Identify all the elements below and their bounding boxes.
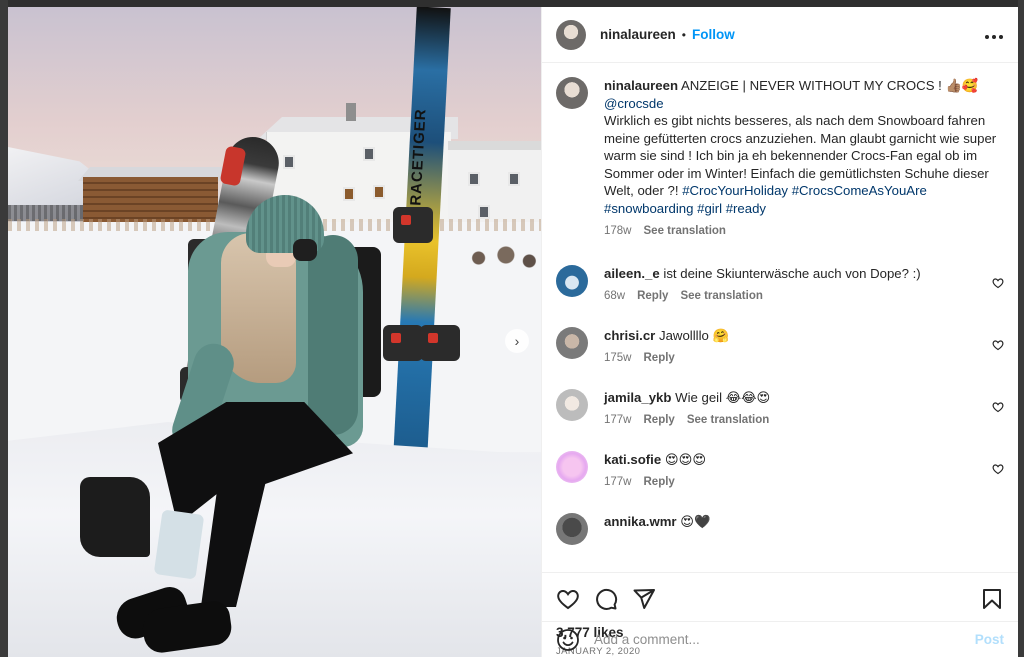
add-comment-bar: Post (542, 621, 1018, 657)
chimney (346, 103, 356, 121)
avatar[interactable] (556, 512, 588, 545)
reply-button[interactable]: Reply (644, 474, 675, 492)
like-heart-icon[interactable] (556, 587, 580, 611)
see-translation-link[interactable]: See translation (680, 288, 762, 306)
more-options-icon[interactable] (984, 24, 1004, 45)
comment-time: 175w (604, 352, 632, 364)
share-paper-plane-icon[interactable] (632, 587, 656, 611)
heart-icon[interactable] (992, 339, 1004, 351)
comment-time: 177w (604, 414, 632, 426)
jacket-shadow (308, 235, 358, 435)
post-panel: ninalaureen • Follow ninalaureen ANZEIGE… (541, 7, 1018, 657)
avatar[interactable] (556, 450, 588, 483)
emoji-smile-icon[interactable] (556, 628, 580, 652)
bookmark-icon[interactable] (980, 587, 1004, 611)
comment: aileen._e ist deine Skiunterwäsche auch … (556, 264, 1004, 306)
heart-icon[interactable] (992, 463, 1004, 475)
mention-link[interactable]: @crocsde (604, 96, 664, 111)
comment-text: Jawollllo 🤗 (659, 327, 729, 343)
person-hand (293, 239, 317, 261)
ski-binding (420, 325, 460, 361)
heart-icon[interactable] (992, 401, 1004, 413)
comment-username[interactable]: chrisi.cr (604, 328, 655, 343)
avatar[interactable] (556, 326, 588, 359)
next-photo-button[interactable]: › (505, 329, 529, 353)
window (283, 155, 295, 169)
reply-button[interactable]: Reply (644, 412, 675, 430)
backdrop-left (0, 0, 8, 657)
ski-binding (383, 325, 423, 361)
caption-time: 178w (604, 225, 632, 237)
post-header: ninalaureen • Follow (542, 7, 1018, 63)
backdrop-top (0, 0, 1024, 7)
wooden-cabin (83, 177, 218, 222)
comment-time: 68w (604, 290, 626, 302)
avatar[interactable] (556, 388, 588, 421)
comment-text: 😍😍😍 (664, 451, 707, 467)
backdrop-right (1018, 0, 1024, 657)
avatar[interactable] (556, 264, 588, 297)
comment-username[interactable]: annika.wmr (604, 514, 677, 529)
comment: jamila_ykb Wie geil 😂😂😍 177w Reply See t… (556, 388, 1004, 430)
comment-text: 😍🖤 (680, 513, 711, 529)
heart-icon[interactable] (992, 277, 1004, 289)
hashtag-link[interactable]: #CrocYourHoliday (682, 183, 788, 198)
comment-username[interactable]: kati.sofie (604, 452, 661, 467)
see-translation-link[interactable]: See translation (687, 412, 769, 430)
window (508, 172, 520, 186)
window (478, 205, 490, 219)
separator-dot: • (681, 27, 686, 42)
follow-button[interactable]: Follow (692, 27, 735, 42)
caption: ninalaureen ANZEIGE | NEVER WITHOUT MY C… (556, 77, 1004, 241)
comment-username[interactable]: aileen._e (604, 266, 660, 281)
chevron-right-icon: › (514, 333, 520, 349)
reply-button[interactable]: Reply (644, 350, 675, 368)
post-modal: RACETIGER › ninalaureen • Follow ninalau… (8, 7, 1018, 657)
post-button[interactable]: Post (975, 632, 1004, 647)
comment-bubble-icon[interactable] (594, 587, 618, 611)
caption-text-start: ANZEIGE | NEVER WITHOUT MY CROCS ! 👍🏽🥰 (680, 78, 979, 93)
window (343, 187, 355, 201)
white-house-right (448, 150, 541, 225)
comment: annika.wmr 😍🖤 (556, 512, 1004, 545)
window (373, 185, 385, 199)
comment-text: ist deine Skiunterwäsche auch von Dope? … (663, 265, 921, 281)
snowboard-boot (80, 477, 150, 557)
comment-time: 177w (604, 476, 632, 488)
reply-button[interactable]: Reply (637, 288, 668, 306)
comment: chrisi.cr Jawollllo 🤗 175w Reply (556, 326, 1004, 368)
window (363, 147, 375, 161)
caption-username[interactable]: ninalaureen (604, 78, 678, 93)
sock (153, 509, 205, 580)
window (468, 172, 480, 186)
header-username[interactable]: ninalaureen (600, 27, 676, 42)
comment-text: Wie geil 😂😂😍 (675, 389, 771, 405)
avatar[interactable] (556, 77, 588, 109)
comments-list[interactable]: ninalaureen ANZEIGE | NEVER WITHOUT MY C… (542, 63, 1018, 572)
see-translation-link[interactable]: See translation (644, 223, 726, 241)
comment-input[interactable] (594, 632, 975, 647)
post-photo[interactable]: RACETIGER › (8, 7, 541, 657)
avatar[interactable] (556, 19, 586, 50)
comment: kati.sofie 😍😍😍 177w Reply (556, 450, 1004, 492)
rocks (463, 243, 541, 273)
ski-binding (393, 207, 433, 243)
comment-username[interactable]: jamila_ykb (604, 390, 671, 405)
